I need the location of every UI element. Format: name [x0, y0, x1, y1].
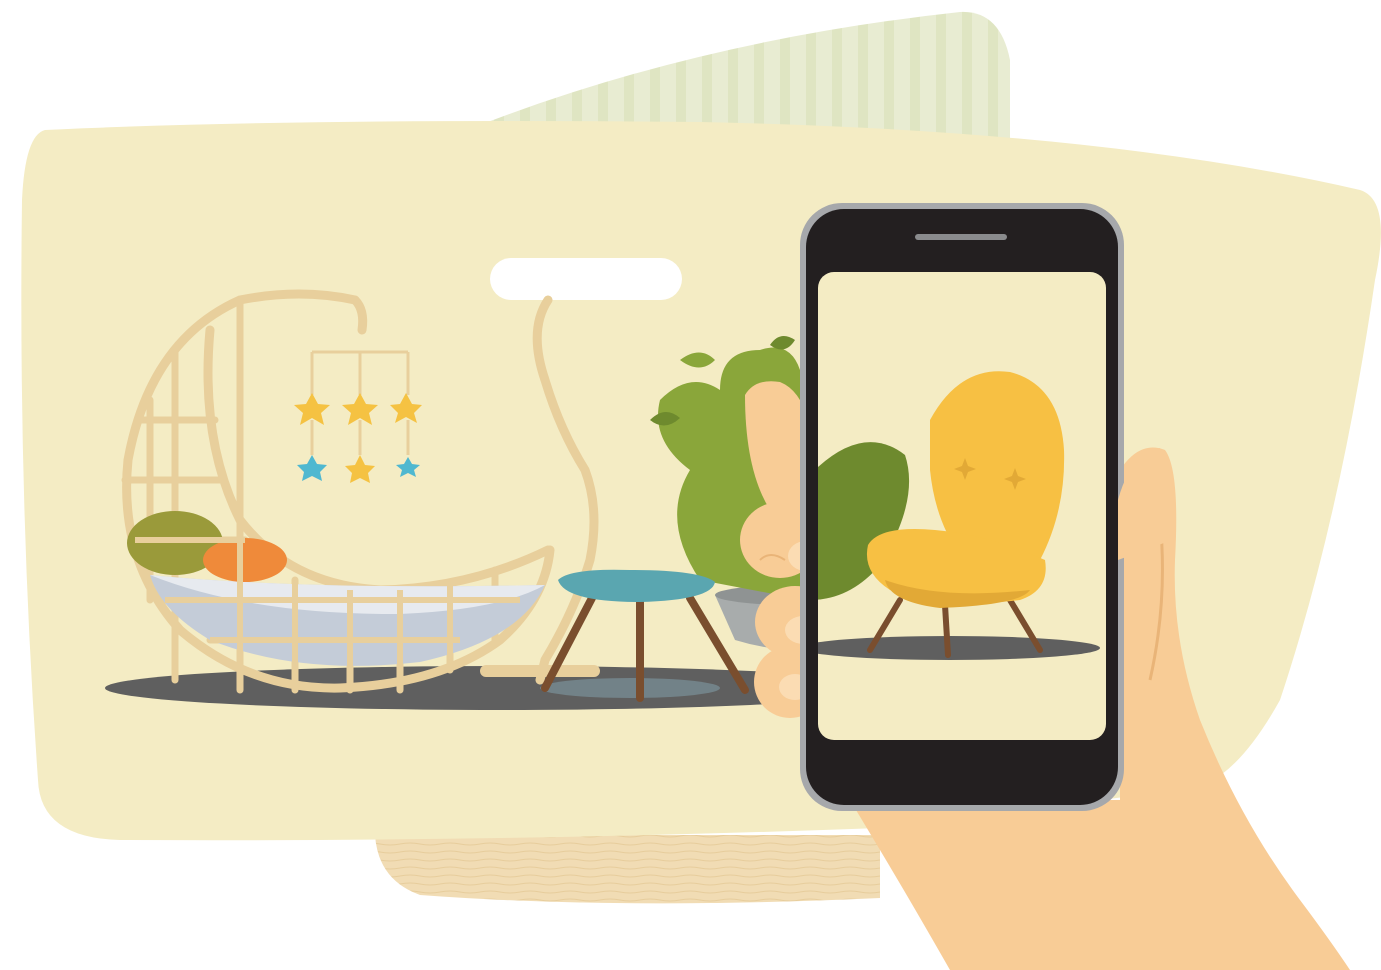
scene-illustration: [21, 11, 1381, 970]
wood-floor-panel: [375, 835, 880, 904]
smartphone: [800, 203, 1124, 811]
phone-speaker: [915, 234, 1007, 240]
pillow-orange: [203, 538, 287, 582]
stool-shadow: [540, 678, 720, 698]
lamp-shade: [490, 258, 682, 300]
